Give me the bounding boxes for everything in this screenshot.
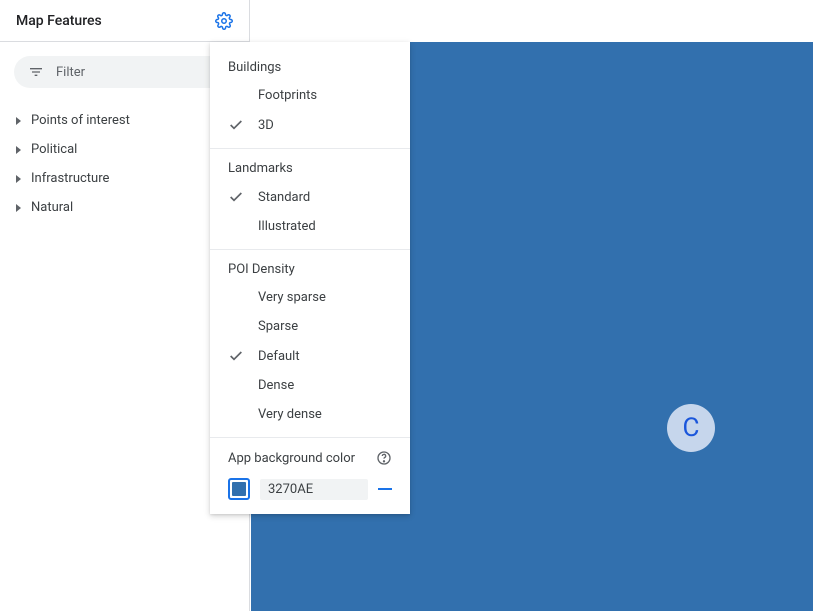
settings-popover: Buildings Footprints 3D Landmarks Standa…: [210, 42, 410, 514]
settings-group-buildings: Buildings Footprints 3D: [210, 56, 410, 140]
check-slot: [228, 189, 258, 205]
check-slot: [228, 348, 258, 364]
color-swatch-inner: [232, 482, 246, 496]
filter-input[interactable]: Filter: [14, 56, 235, 88]
group-label: POI Density: [210, 258, 410, 283]
option-footprints[interactable]: Footprints: [210, 81, 410, 110]
bg-color-label: App background color: [228, 451, 355, 466]
gear-icon[interactable]: [215, 12, 233, 30]
chevron-right-icon: [16, 204, 21, 212]
option-label: Illustrated: [258, 219, 316, 234]
remove-color-button[interactable]: [378, 488, 392, 490]
sidebar-title: Map Features: [16, 13, 102, 29]
sidebar-header: Map Features: [0, 0, 249, 42]
sidebar-item-label: Points of interest: [31, 113, 130, 128]
group-label: Landmarks: [210, 157, 410, 182]
settings-group-landmarks: Landmarks Standard Illustrated: [210, 157, 410, 241]
check-icon: [228, 189, 244, 205]
filter-placeholder: Filter: [56, 65, 85, 80]
option-3d[interactable]: 3D: [210, 110, 410, 140]
option-label: Sparse: [258, 319, 298, 334]
option-default[interactable]: Default: [210, 341, 410, 371]
filter-icon: [28, 64, 44, 80]
check-icon: [228, 348, 244, 364]
option-standard[interactable]: Standard: [210, 182, 410, 212]
color-value[interactable]: 3270AE: [260, 479, 368, 500]
chevron-right-icon: [16, 117, 21, 125]
settings-group-poi-density: POI Density Very sparse Sparse Default D…: [210, 258, 410, 429]
divider: [210, 249, 410, 250]
divider: [210, 148, 410, 149]
help-icon[interactable]: [376, 450, 392, 466]
option-label: 3D: [258, 118, 274, 133]
divider: [210, 437, 410, 438]
group-label: Buildings: [210, 56, 410, 81]
option-label: Very dense: [258, 407, 322, 422]
option-label: Dense: [258, 378, 294, 393]
option-label: Default: [258, 349, 300, 364]
option-label: Standard: [258, 190, 310, 205]
top-bar: [251, 0, 813, 42]
option-sparse[interactable]: Sparse: [210, 312, 410, 341]
bg-color-row: 3270AE: [210, 472, 410, 500]
check-icon: [228, 117, 244, 133]
compass-badge[interactable]: C: [667, 404, 715, 452]
option-dense[interactable]: Dense: [210, 371, 410, 400]
compass-letter: C: [683, 413, 700, 443]
option-very-sparse[interactable]: Very sparse: [210, 283, 410, 312]
option-very-dense[interactable]: Very dense: [210, 400, 410, 429]
option-label: Footprints: [258, 88, 317, 103]
option-label: Very sparse: [258, 290, 326, 305]
sidebar-item-label: Natural: [31, 200, 73, 215]
option-illustrated[interactable]: Illustrated: [210, 212, 410, 241]
sidebar-item-label: Infrastructure: [31, 171, 109, 186]
chevron-right-icon: [16, 175, 21, 183]
color-swatch[interactable]: [228, 478, 250, 500]
bg-color-label-row: App background color: [210, 446, 410, 472]
sidebar-item-label: Political: [31, 142, 77, 157]
chevron-right-icon: [16, 146, 21, 154]
check-slot: [228, 117, 258, 133]
